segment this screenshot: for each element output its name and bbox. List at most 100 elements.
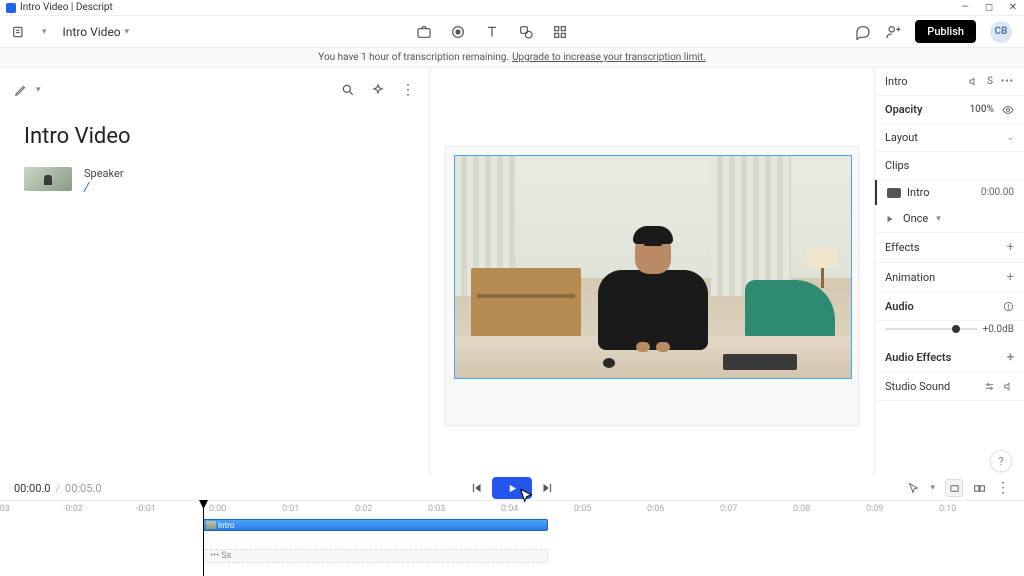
clip-name: Intro xyxy=(907,186,930,199)
help-button[interactable]: ? xyxy=(990,450,1012,472)
clip-item[interactable]: Intro 0:00.00 xyxy=(875,180,1024,205)
script-panel: ▾ ⋮ Intro Video Speaker / xyxy=(0,68,430,476)
timeline[interactable]: -0:03 -0:02 -0:01 0:00 0:01 0:02 0:03 0:04 0:05 0… xyxy=(0,500,1024,576)
ruler-tick: 0:01 xyxy=(282,504,299,514)
time-separator: / xyxy=(55,482,60,495)
video-preview[interactable] xyxy=(454,155,852,379)
chevron-down-icon[interactable]: ▾ xyxy=(36,85,41,95)
project-name: Intro Video xyxy=(63,25,121,39)
notification-banner: You have 1 hour of transcription remaini… xyxy=(0,48,1024,68)
current-time: 00:00.0 xyxy=(14,482,50,495)
scene-letter[interactable]: S xyxy=(987,76,993,87)
ruler-tick: -0:01 xyxy=(136,504,156,514)
skip-back-button[interactable] xyxy=(470,481,484,495)
window-titlebar: Intro Video | Descript — ◻ ✕ xyxy=(0,0,1024,16)
view-mode-2-button[interactable] xyxy=(973,482,986,495)
chevron-down-icon[interactable]: ▾ xyxy=(930,483,935,493)
more-horizontal-icon[interactable]: ••• xyxy=(1001,76,1014,87)
timeline-clip-label: Intro xyxy=(218,521,234,530)
add-effect-button[interactable]: + xyxy=(1007,240,1014,255)
camera-icon[interactable] xyxy=(416,24,432,40)
ruler-tick: 0:05 xyxy=(574,504,591,514)
canvas-card[interactable] xyxy=(445,146,859,426)
settings-icon[interactable] xyxy=(984,381,995,392)
ruler-tick: 0:10 xyxy=(939,504,956,514)
chevron-down-icon: ▾ xyxy=(42,27,47,37)
clip-thumb-icon xyxy=(887,188,901,198)
cursor-tool-icon[interactable] xyxy=(907,482,920,495)
window-maximize-button[interactable]: ◻ xyxy=(984,3,994,13)
speaker-label[interactable]: Speaker xyxy=(84,167,124,180)
repeat-value[interactable]: Once xyxy=(903,212,928,225)
animation-label: Animation xyxy=(885,271,935,284)
project-name-dropdown[interactable]: Intro Video ▾ xyxy=(63,25,130,39)
record-icon[interactable] xyxy=(450,24,466,40)
add-animation-button[interactable]: + xyxy=(1007,270,1014,285)
ruler-tick: 0:03 xyxy=(428,504,445,514)
more-icon[interactable]: ⋮ xyxy=(401,82,415,98)
top-toolbar: ▾ Intro Video ▾ Publish CB xyxy=(0,16,1024,48)
canvas-area xyxy=(430,68,874,476)
timeline-placeholder-track[interactable] xyxy=(203,549,548,563)
ruler-tick: 0:04 xyxy=(501,504,518,514)
scene-thumbnail[interactable] xyxy=(24,167,72,191)
sparkle-icon[interactable] xyxy=(371,83,385,97)
pen-icon[interactable] xyxy=(14,83,28,97)
grid-icon[interactable] xyxy=(552,24,568,40)
play-button[interactable] xyxy=(492,477,532,499)
audio-gain-value: +0.0dB xyxy=(983,324,1014,335)
user-avatar[interactable]: CB xyxy=(990,21,1012,43)
text-icon[interactable] xyxy=(484,24,500,40)
banner-upgrade-link[interactable]: Upgrade to increase your transcription l… xyxy=(512,52,706,63)
share-icon[interactable] xyxy=(885,24,901,40)
more-vertical-icon[interactable]: ⋮ xyxy=(996,480,1010,496)
timeline-ruler[interactable]: -0:03 -0:02 -0:01 0:00 0:01 0:02 0:03 0:04 0:05 0… xyxy=(0,501,1024,519)
script-cursor[interactable]: / xyxy=(84,180,124,195)
timeline-ss-label: ••• Ss xyxy=(210,551,231,561)
document-title[interactable]: Intro Video xyxy=(14,124,415,149)
ruler-tick: 0:00 xyxy=(209,504,226,514)
ruler-tick: -0:02 xyxy=(63,504,83,514)
comment-icon[interactable] xyxy=(855,24,871,40)
clips-label: Clips xyxy=(885,159,909,172)
duration-time: 00:05.0 xyxy=(65,482,101,495)
visibility-icon[interactable] xyxy=(1002,104,1014,116)
mute-icon[interactable] xyxy=(1003,381,1014,392)
inspector-panel: Intro S ••• Opacity 100% Layout ⌄ Clips … xyxy=(874,68,1024,476)
add-audio-effect-button[interactable]: + xyxy=(1007,350,1014,365)
ruler-tick: -0:03 xyxy=(0,504,10,514)
skip-forward-button[interactable] xyxy=(540,481,554,495)
studio-sound-label[interactable]: Studio Sound xyxy=(885,380,950,393)
publish-button[interactable]: Publish xyxy=(915,20,976,43)
view-mode-1-button[interactable] xyxy=(945,479,963,497)
banner-text: You have 1 hour of transcription remaini… xyxy=(318,52,509,63)
layout-label[interactable]: Layout xyxy=(885,131,918,144)
playback-bar: 00:00.0 / 00:05.0 ▾ ⋮ xyxy=(0,476,1024,500)
chevron-down-icon[interactable]: ⌄ xyxy=(1006,133,1014,143)
audio-info-icon[interactable] xyxy=(1003,301,1014,312)
opacity-label: Opacity xyxy=(885,103,922,116)
ruler-tick: 0:09 xyxy=(866,504,883,514)
ruler-tick: 0:02 xyxy=(355,504,372,514)
play-mode-icon[interactable] xyxy=(885,214,895,224)
audio-label: Audio xyxy=(885,300,914,313)
clip-time: 0:00.00 xyxy=(981,187,1014,198)
app-icon xyxy=(6,3,16,13)
window-minimize-button[interactable]: — xyxy=(960,3,970,13)
search-icon[interactable] xyxy=(341,83,355,97)
playhead[interactable] xyxy=(203,501,204,576)
ruler-tick: 0:07 xyxy=(720,504,737,514)
opacity-value[interactable]: 100% xyxy=(969,104,994,115)
menu-icon[interactable] xyxy=(12,25,26,39)
effects-label: Effects xyxy=(885,241,920,254)
timeline-clip[interactable]: Intro xyxy=(203,519,548,531)
speaker-toggle-icon[interactable] xyxy=(968,76,979,87)
audio-gain-slider[interactable] xyxy=(885,328,977,330)
chevron-down-icon[interactable]: ▾ xyxy=(936,214,941,224)
ruler-tick: 0:08 xyxy=(793,504,810,514)
audio-effects-label: Audio Effects xyxy=(885,351,951,364)
window-close-button[interactable]: ✕ xyxy=(1008,3,1018,13)
window-title: Intro Video | Descript xyxy=(20,2,960,13)
scene-name[interactable]: Intro xyxy=(885,75,908,88)
shapes-icon[interactable] xyxy=(518,24,534,40)
